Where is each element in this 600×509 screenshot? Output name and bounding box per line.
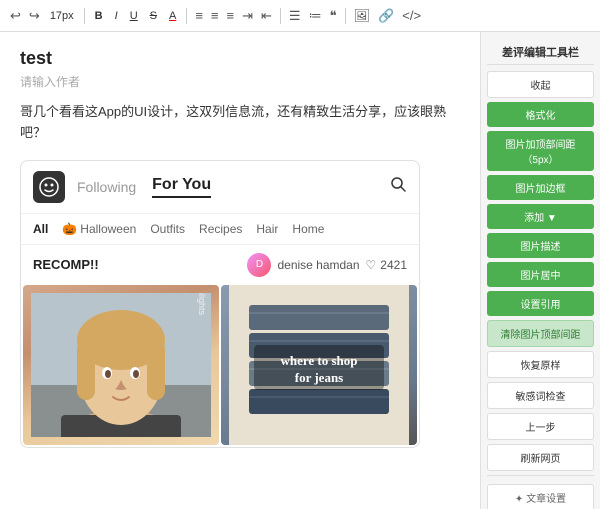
ordered-list-icon[interactable]: ≔ <box>307 8 324 24</box>
sidebar-title: 差评编辑工具栏 <box>487 40 594 65</box>
content-area: test 请输入作者 哥几个看看这App的UI设计，这双列信息流，还有精致生活分… <box>0 32 480 509</box>
editor-toolbar: ↩ ↪ 17px B I U S A ≡ ≡ ≡ ⇥ ⇤ ☰ ≔ ❝ 🖼 🔗 <… <box>0 0 600 32</box>
align-right-icon[interactable]: ≡ <box>225 8 237 23</box>
app-preview: Following For You All 🎃 Halloween <box>20 160 420 448</box>
sidebar-add-btn[interactable]: 添加 ▼ <box>487 204 594 229</box>
user-name: denise hamdan <box>277 258 359 272</box>
nav-search-icon[interactable] <box>389 175 407 198</box>
svg-text:for jeans: for jeans <box>295 370 344 385</box>
post-description: 哥几个看看这App的UI设计，这双列信息流，还有精致生活分享，应该眼熟吧？ <box>20 102 460 144</box>
image-grid: fresh Haircut highlights <box>21 285 419 447</box>
avatar: D <box>247 253 271 277</box>
svg-text:where to shop: where to shop <box>280 353 357 368</box>
svg-text:fresh Haircut highlights: fresh Haircut highlights <box>197 293 207 315</box>
left-image-bg: fresh Haircut highlights <box>23 285 219 445</box>
code-icon[interactable]: </> <box>400 8 423 23</box>
divider-1 <box>84 8 85 24</box>
divider-4 <box>345 8 346 24</box>
likes-count: 2421 <box>380 258 407 272</box>
app-logo <box>33 171 65 203</box>
app-nav: Following For You <box>77 175 407 198</box>
cat-tab-outfits[interactable]: Outfits <box>150 222 185 236</box>
nav-for-you[interactable]: For You <box>152 176 211 198</box>
bold-button[interactable]: B <box>91 8 107 24</box>
main-area: test 请输入作者 哥几个看看这App的UI设计，这双列信息流，还有精致生活分… <box>0 32 600 509</box>
underline-button[interactable]: U <box>126 8 142 24</box>
post-subtitle: 请输入作者 <box>20 73 460 90</box>
right-sidebar: 差评编辑工具栏 收起 格式化 图片加顶部间距（5px） 图片加边框 添加 ▼ 图… <box>480 32 600 509</box>
post-title: test <box>20 48 460 69</box>
halloween-label: Halloween <box>80 222 136 236</box>
sidebar-sensitive-btn[interactable]: 敏感词检查 <box>487 382 594 409</box>
heart-icon: ♡ <box>366 258 377 272</box>
sidebar-refresh-btn[interactable]: 刷新网页 <box>487 444 594 471</box>
color-button[interactable]: A <box>165 8 180 24</box>
cat-tab-hair[interactable]: Hair <box>256 222 278 236</box>
image-icon[interactable]: 🖼 <box>352 8 373 24</box>
sidebar-restore-btn[interactable]: 恢复原样 <box>487 351 594 378</box>
sidebar-img-desc-btn[interactable]: 图片描述 <box>487 233 594 258</box>
link-icon[interactable]: 🔗 <box>376 8 396 24</box>
post-user: D denise hamdan ♡ 2421 <box>247 253 407 277</box>
logo-icon <box>39 177 59 197</box>
align-left-icon[interactable]: ≡ <box>193 8 205 23</box>
category-tabs: All 🎃 Halloween Outfits Recipes Hair Hom… <box>21 214 419 245</box>
redo-icon[interactable]: ↪ <box>27 8 42 24</box>
cat-tab-home[interactable]: Home <box>292 222 324 236</box>
sidebar-img-center-btn[interactable]: 图片居中 <box>487 262 594 287</box>
indent-icon[interactable]: ⇥ <box>240 8 255 24</box>
quote-icon[interactable]: ❝ <box>328 8 339 24</box>
font-size[interactable]: 17px <box>46 8 78 24</box>
sidebar-set-quote-btn[interactable]: 设置引用 <box>487 291 594 316</box>
sidebar-collapse-btn[interactable]: 收起 <box>487 71 594 98</box>
divider-2 <box>186 8 187 24</box>
undo-icon[interactable]: ↩ <box>8 8 23 24</box>
align-center-icon[interactable]: ≡ <box>209 8 221 23</box>
sidebar-clear-margin-btn[interactable]: 清除图片顶部间距 <box>487 320 594 347</box>
post-label: RECOMP!! <box>33 257 99 272</box>
pumpkin-icon: 🎃 <box>62 222 77 236</box>
list-icon[interactable]: ☰ <box>287 8 303 24</box>
image-card-right: where to shop for jeans <box>221 285 417 445</box>
sidebar-article-settings[interactable]: ✦ 文章设置 <box>487 484 594 509</box>
app-header: Following For You <box>21 161 419 214</box>
cat-tab-recipes[interactable]: Recipes <box>199 222 242 236</box>
jeans-illustration: where to shop for jeans <box>229 285 409 445</box>
sidebar-undo-btn[interactable]: 上一步 <box>487 413 594 440</box>
image-card-left: fresh Haircut highlights <box>23 285 219 445</box>
sidebar-img-border-btn[interactable]: 图片加边框 <box>487 175 594 200</box>
divider-3 <box>280 8 281 24</box>
person-illustration: fresh Haircut highlights <box>31 293 211 437</box>
cat-tab-halloween[interactable]: 🎃 Halloween <box>62 222 136 236</box>
sidebar-format-btn[interactable]: 格式化 <box>487 102 594 127</box>
post-header: RECOMP!! D denise hamdan ♡ 2421 <box>21 245 419 285</box>
sidebar-img-top-margin-btn[interactable]: 图片加顶部间距（5px） <box>487 131 594 171</box>
outdent-icon[interactable]: ⇤ <box>259 8 274 24</box>
italic-button[interactable]: I <box>111 8 122 24</box>
nav-following[interactable]: Following <box>77 179 136 195</box>
right-image-bg: where to shop for jeans <box>221 285 417 445</box>
strikethrough-button[interactable]: S <box>146 8 161 24</box>
post-likes: ♡ 2421 <box>366 258 407 272</box>
cat-tab-all[interactable]: All <box>33 222 48 236</box>
